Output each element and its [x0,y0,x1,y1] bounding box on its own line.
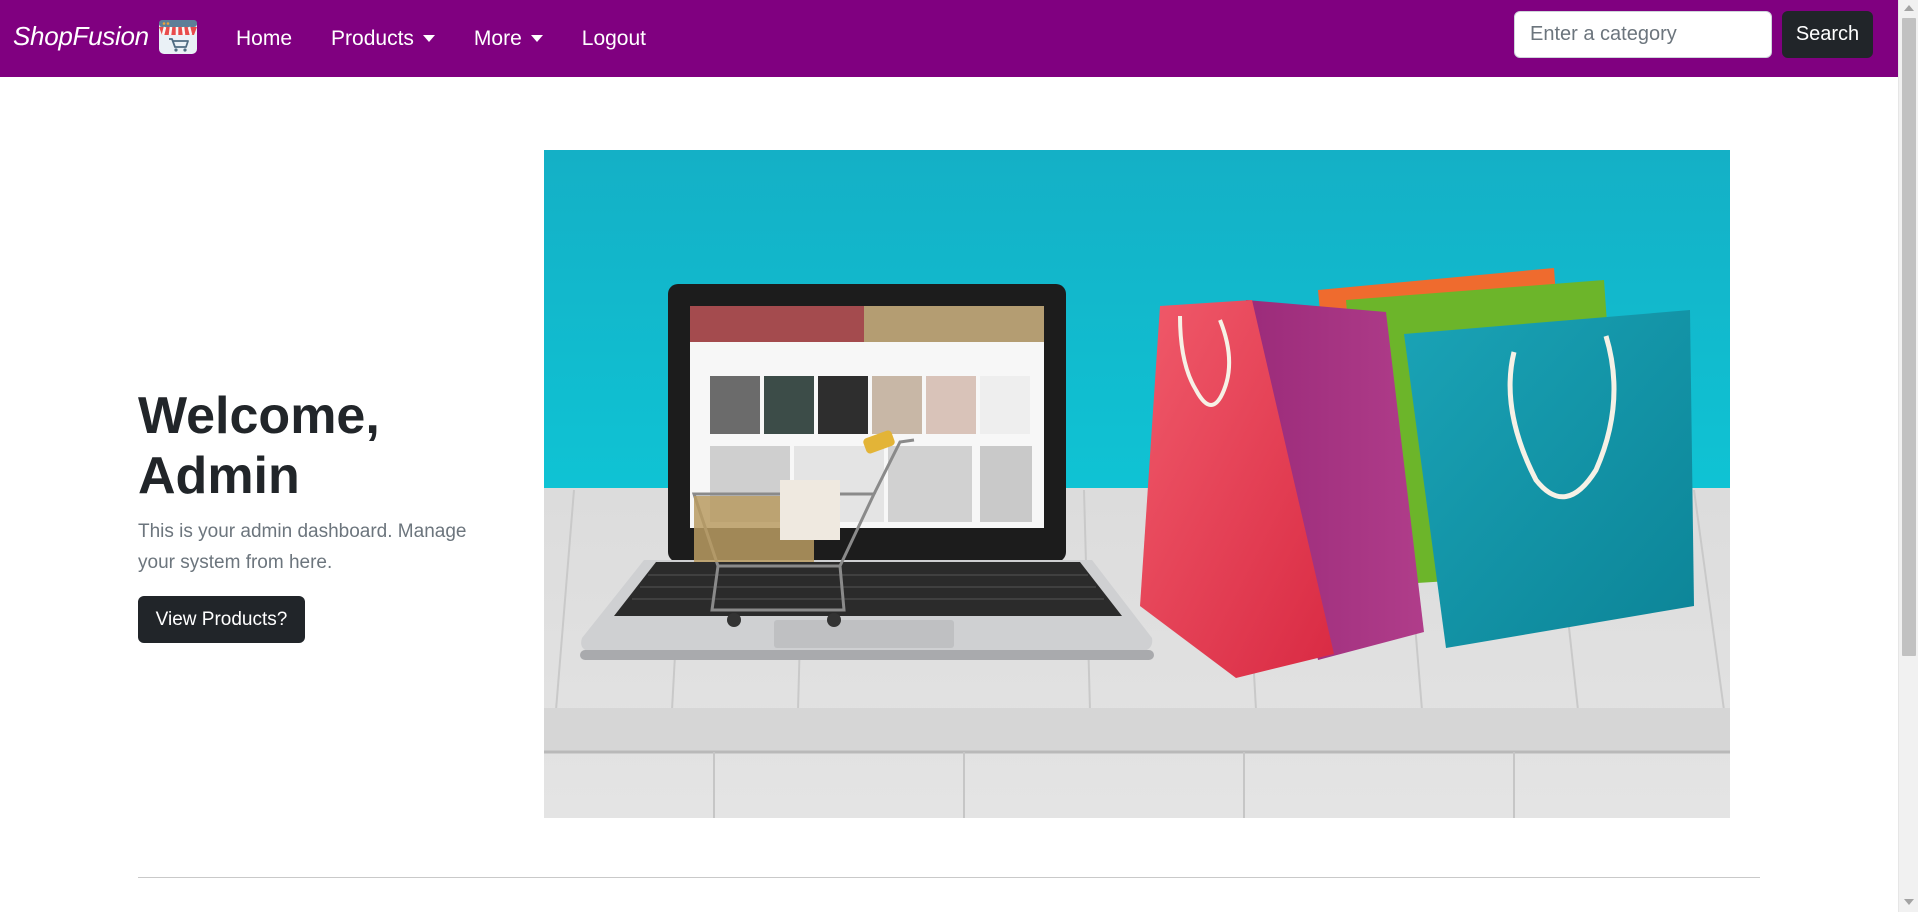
brand-name: ShopFusion [13,20,149,51]
laptop-shopping-cart-bags-image [544,150,1730,818]
hero-title: Welcome, Admin [138,387,380,505]
shop-cart-storefront-icon [158,20,197,54]
nav-more-dropdown[interactable]: More [474,27,543,51]
nav-products-label: Products [331,26,414,50]
brand-link[interactable]: ShopFusion [13,14,200,58]
page: ShopFusion Home Products More Logout Ent… [0,0,1898,912]
scroll-up-arrow-icon[interactable] [1904,5,1914,11]
scroll-down-arrow-icon[interactable] [1904,899,1914,905]
nav-home-link[interactable]: Home [236,27,292,51]
section-divider [138,877,1760,878]
nav-products-dropdown[interactable]: Products [331,27,435,51]
search-button[interactable]: Search [1782,11,1873,58]
hero-lead: This is your admin dashboard. Manage you… [138,521,467,573]
nav-links: Home Products More Logout [236,0,685,77]
view-products-button[interactable]: View Products? [138,596,305,643]
hero-text: Welcome, Admin This is your admin dashbo… [138,386,498,578]
nav-logout-link[interactable]: Logout [582,27,646,51]
nav-logout-label: Logout [581,26,646,50]
category-search-input[interactable] [1514,11,1772,58]
nav-home-label: Home [236,26,293,50]
nav-more-label: More [473,26,522,50]
caret-down-icon [530,35,543,42]
scrollbar-thumb[interactable] [1902,18,1916,656]
page-scrollbar[interactable] [1898,0,1918,912]
caret-down-icon [422,35,435,42]
navbar: ShopFusion Home Products More Logout Ent… [0,0,1898,77]
